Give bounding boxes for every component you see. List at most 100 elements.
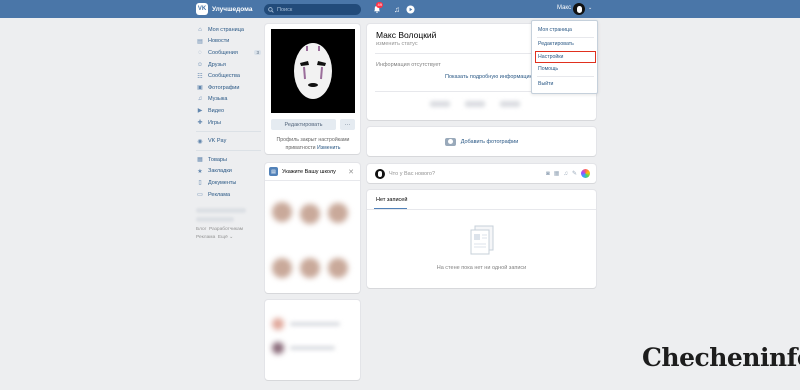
- show-details-link[interactable]: Показать подробную информацию: [445, 74, 534, 80]
- blurred-content: [196, 217, 234, 223]
- privacy-notice: Профиль закрыт настройками приватности И…: [276, 137, 350, 151]
- video-icon[interactable]: ▦: [554, 170, 560, 177]
- menu-item-edit[interactable]: Редактировать: [538, 41, 574, 47]
- school-card-header: ▤ Укажите Вашу школу ✕: [265, 163, 360, 181]
- goods-icon: ▦: [197, 157, 203, 164]
- user-name[interactable]: Макс: [557, 5, 571, 11]
- user-avatar[interactable]: [573, 3, 585, 15]
- home-icon: ⌂: [198, 26, 202, 33]
- blurred-content: [196, 208, 246, 214]
- school-title: Укажите Вашу школу: [282, 168, 336, 175]
- user-dropdown-menu: Моя страница Редактировать Настройки Пом…: [531, 20, 598, 94]
- video-icon: ▶: [197, 108, 203, 115]
- music-icon[interactable]: ♫: [391, 3, 403, 15]
- mask-avatar-icon: [294, 43, 332, 99]
- play-icon[interactable]: [404, 3, 416, 15]
- document-icon[interactable]: ✎: [572, 170, 577, 177]
- app-title: Улучшедома: [212, 5, 253, 13]
- wall-empty-text: На стене пока нет ни одной записи: [436, 265, 527, 271]
- more-button[interactable]: ···: [340, 119, 355, 130]
- blurred-avatar: [272, 202, 292, 222]
- info-missing-text: Информация отсутствует: [376, 62, 441, 68]
- sidebar-item-news[interactable]: ▤ Новости: [196, 36, 261, 48]
- blurred-content: [290, 322, 340, 326]
- sidebar-item-goods[interactable]: ▦ Товары: [196, 154, 261, 166]
- sidebar-item-video[interactable]: ▶ Видео: [196, 105, 261, 117]
- communities-icon: ☷: [197, 73, 203, 80]
- sidebar-item-messages[interactable]: ◌ Сообщения 3: [196, 47, 261, 59]
- ads-icon: ▭: [197, 192, 203, 199]
- friends-icon: ☺: [196, 61, 204, 68]
- vk-pay-icon: ◉: [197, 138, 203, 145]
- messages-count: 3: [254, 50, 261, 56]
- divider: [367, 209, 596, 210]
- camera-icon[interactable]: ◙: [546, 171, 550, 177]
- sidebar-item-communities[interactable]: ☷ Сообщества: [196, 70, 261, 82]
- menu-item-logout[interactable]: Выйти: [538, 81, 553, 87]
- vk-logo[interactable]: VK Улучшедома: [196, 3, 252, 15]
- news-icon: ▤: [197, 38, 203, 45]
- blurred-avatar: [328, 258, 348, 278]
- sidebar-item-my-page[interactable]: ⌂ Моя страница: [196, 24, 261, 36]
- blurred-avatar: [328, 203, 348, 223]
- sidebar-item-vk-pay[interactable]: ◉ VK Pay: [196, 135, 261, 147]
- sidebar-divider: [196, 149, 261, 151]
- footer-link-developers[interactable]: Разработчикам: [209, 227, 243, 232]
- camera-icon: [444, 137, 456, 146]
- bookmarks-icon: ★: [197, 168, 203, 175]
- blurred-content: [465, 101, 485, 107]
- profile-photo[interactable]: [271, 29, 355, 113]
- menu-item-help[interactable]: Помощь: [538, 66, 558, 72]
- post-placeholder[interactable]: Что у Вас нового?: [389, 171, 435, 177]
- search-input[interactable]: [277, 6, 357, 13]
- menu-item-settings[interactable]: Настройки: [538, 54, 563, 60]
- games-icon: ✚: [197, 120, 203, 127]
- sidebar-item-photos[interactable]: ▣ Фотографии: [196, 82, 261, 94]
- search-icon: [268, 6, 274, 13]
- sidebar-divider: [196, 131, 261, 133]
- edit-profile-button[interactable]: Редактировать: [271, 119, 336, 130]
- music-icon: ♫: [197, 96, 203, 103]
- blurred-avatar: [272, 342, 284, 354]
- footer-link-more[interactable]: Ещё ⌄: [218, 235, 233, 240]
- blurred-avatar: [300, 258, 320, 278]
- footer-link-ads[interactable]: Реклама: [196, 235, 215, 240]
- blurred-avatar: [272, 318, 284, 330]
- privacy-change-link[interactable]: Изменить: [317, 145, 340, 151]
- blurred-card: [265, 300, 360, 380]
- sidebar-item-friends[interactable]: ☺ Друзья: [196, 59, 261, 71]
- blurred-content: [430, 101, 450, 107]
- chevron-down-icon[interactable]: ⌄: [588, 5, 592, 11]
- messages-icon: ◌: [198, 49, 202, 56]
- menu-divider: [537, 37, 594, 38]
- sidebar-item-games[interactable]: ✚ Игры: [196, 117, 261, 129]
- menu-divider: [537, 76, 594, 77]
- post-attach-icons: ◙ ▦ ♫ ✎: [546, 169, 590, 178]
- color-picker-icon[interactable]: [581, 169, 590, 178]
- vk-logo-icon: VK: [196, 3, 208, 15]
- menu-item-my-page[interactable]: Моя страница: [538, 27, 572, 33]
- profile-name: Макс Волоцкий: [376, 30, 437, 40]
- sidebar-item-music[interactable]: ♫ Музыка: [196, 94, 261, 106]
- blurred-content: [290, 346, 335, 350]
- blurred-avatar: [272, 258, 292, 278]
- music-icon[interactable]: ♫: [563, 171, 568, 177]
- sidebar-item-ads[interactable]: ▭ Реклама: [196, 189, 261, 201]
- add-photo-button[interactable]: Добавить фотографии: [367, 127, 596, 156]
- documents-icon: ▯: [198, 180, 202, 187]
- footer-link-blog[interactable]: Блог: [196, 227, 206, 232]
- edit-status-link[interactable]: изменить статус: [376, 41, 418, 47]
- new-post-box[interactable]: Что у Вас нового? ◙ ▦ ♫ ✎: [367, 164, 596, 183]
- sidebar-item-bookmarks[interactable]: ★ Закладки: [196, 166, 261, 178]
- photos-icon: ▣: [197, 85, 203, 92]
- school-icon: ▤: [269, 167, 278, 176]
- blurred-avatar: [300, 204, 320, 224]
- sidebar-item-documents[interactable]: ▯ Документы: [196, 177, 261, 189]
- close-icon[interactable]: ✕: [348, 168, 354, 176]
- search-box[interactable]: [264, 4, 361, 15]
- tab-no-posts[interactable]: Нет записей: [376, 197, 407, 203]
- empty-wall-icon: [470, 225, 494, 255]
- sidebar-footer: Блог Разработчикам Реклама Ещё ⌄: [196, 226, 261, 242]
- post-avatar: [375, 168, 385, 179]
- watermark-logo: Checheninfo: [642, 343, 800, 372]
